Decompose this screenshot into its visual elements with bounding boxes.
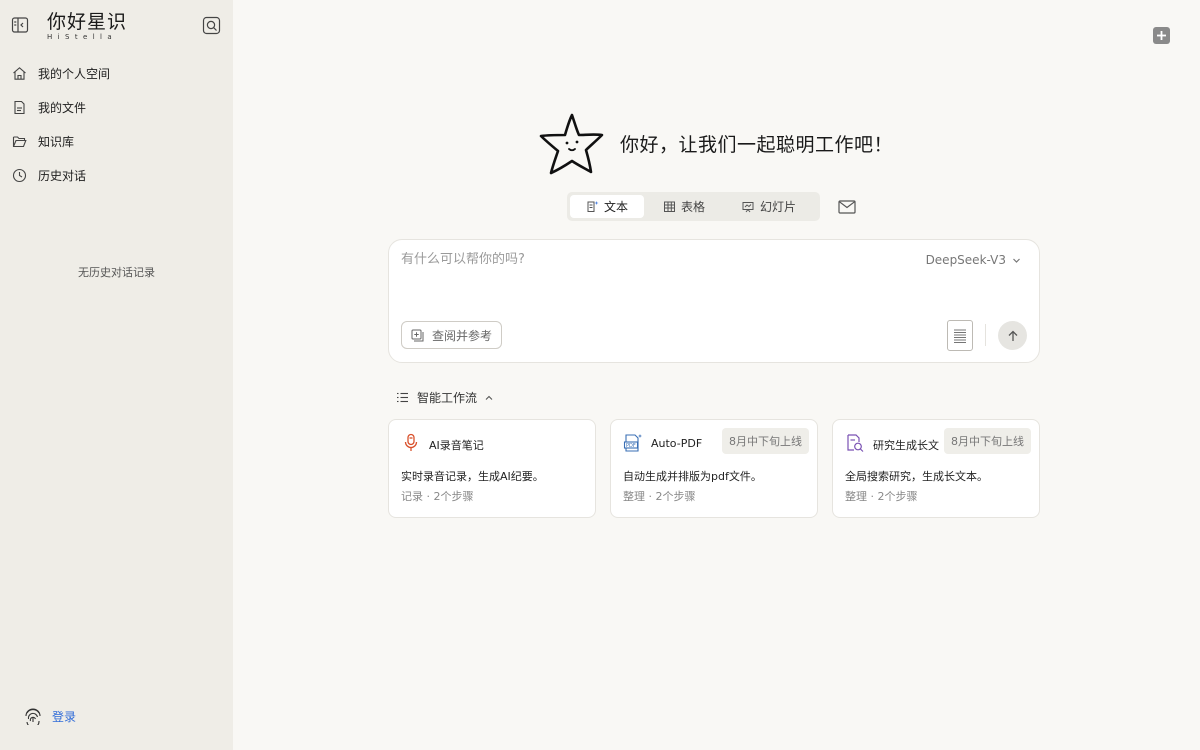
sidebar-item-label: 我的个人空间 xyxy=(38,66,111,81)
star-mascot-icon xyxy=(539,113,604,175)
card-description: 全局搜索研究，生成长文本。 xyxy=(845,470,988,483)
chat-composer: DeepSeek-V3 查阅并参考 xyxy=(388,239,1040,363)
arrow-up-icon xyxy=(1008,330,1017,341)
chat-input[interactable] xyxy=(401,252,901,267)
svg-text:PDF: PDF xyxy=(626,443,636,449)
hero-greeting: 你好，让我们一起聪明工作吧！ xyxy=(538,110,893,176)
chevron-down-icon xyxy=(1012,256,1021,265)
composer-divider xyxy=(985,324,986,346)
model-label: DeepSeek-V3 xyxy=(925,253,1006,267)
mail-icon[interactable] xyxy=(838,199,856,214)
card-description: 自动生成并排版为pdf文件。 xyxy=(623,470,762,483)
model-selector[interactable]: DeepSeek-V3 xyxy=(926,253,1021,267)
login-button[interactable]: 登录 xyxy=(24,707,76,725)
card-description: 实时录音记录，生成AI纪要。 xyxy=(401,470,544,483)
document-mode-button[interactable] xyxy=(947,320,973,351)
chevron-up-icon xyxy=(485,394,493,402)
list-icon xyxy=(396,391,409,404)
tab-label: 文本 xyxy=(603,200,628,214)
card-title: AI录音笔记 xyxy=(429,439,484,452)
hero-title: 你好，让我们一起聪明工作吧！ xyxy=(620,133,894,156)
login-label: 登录 xyxy=(52,709,77,724)
sidebar-item-label: 我的文件 xyxy=(38,100,87,115)
tab-label: 表格 xyxy=(680,200,705,214)
tab-text[interactable]: 文本 xyxy=(570,195,644,218)
reference-button[interactable]: 查阅并参考 xyxy=(401,321,503,349)
card-meta: 整理 · 2个步骤 xyxy=(845,490,918,503)
sidebar-item-knowledge-base[interactable]: 知识库 xyxy=(0,124,233,158)
brand-title: 你好星识 xyxy=(47,11,128,33)
fingerprint-icon xyxy=(24,707,42,725)
sidebar-item-history[interactable]: 历史对话 xyxy=(0,158,233,192)
empty-history-note: 无历史对话记录 xyxy=(78,266,155,279)
card-meta: 记录 · 2个步骤 xyxy=(401,490,474,503)
sidebar-toggle-icon[interactable] xyxy=(11,16,29,34)
sidebar-nav: 我的个人空间 我的文件 知识库 历史对话 xyxy=(0,56,233,192)
workflow-card-research-longform[interactable]: 研究生成长文 8月中下旬上线 全局搜索研究，生成长文本。 整理 · 2个步骤 xyxy=(832,419,1040,518)
workflow-header[interactable]: 智能工作流 xyxy=(396,389,493,406)
text-doc-icon xyxy=(586,200,599,213)
card-title: Auto-PDF xyxy=(651,437,703,450)
tab-label: 幻灯片 xyxy=(759,200,796,214)
clock-icon xyxy=(12,168,27,183)
search-history-icon[interactable] xyxy=(202,16,221,35)
lines-doc-icon xyxy=(954,329,966,343)
card-title: 研究生成长文 xyxy=(873,439,939,452)
sidebar: 你好星识 HiStella 我的个人空间 我的文件 知识库 历史对话 无历史对话… xyxy=(0,0,233,750)
add-reference-icon xyxy=(411,329,424,342)
card-meta: 整理 · 2个步骤 xyxy=(623,490,696,503)
slides-icon xyxy=(742,200,755,213)
file-icon xyxy=(12,100,27,115)
doc-search-icon xyxy=(845,433,865,453)
workflow-card-ai-recording[interactable]: AI录音笔记 实时录音记录，生成AI纪要。 记录 · 2个步骤 xyxy=(388,419,596,518)
coming-soon-badge: 8月中下旬上线 xyxy=(944,428,1031,454)
microphone-icon xyxy=(401,433,421,453)
sidebar-item-personal-space[interactable]: 我的个人空间 xyxy=(0,56,233,90)
coming-soon-badge: 8月中下旬上线 xyxy=(722,428,809,454)
table-icon xyxy=(663,200,676,213)
sidebar-item-my-files[interactable]: 我的文件 xyxy=(0,90,233,124)
brand-subtitle: HiStella xyxy=(47,33,118,41)
workflow-title: 智能工作流 xyxy=(417,391,478,405)
home-icon xyxy=(12,66,27,81)
sidebar-item-label: 知识库 xyxy=(38,134,75,149)
workflow-card-auto-pdf[interactable]: PDF Auto-PDF 8月中下旬上线 自动生成并排版为pdf文件。 整理 ·… xyxy=(610,419,818,518)
new-chat-button[interactable] xyxy=(1153,27,1170,44)
reference-label: 查阅并参考 xyxy=(432,328,493,343)
folder-open-icon xyxy=(12,134,27,149)
tab-slides[interactable]: 幻灯片 xyxy=(724,195,814,218)
output-type-tabs: 文本 表格 幻灯片 xyxy=(567,192,820,221)
send-button[interactable] xyxy=(998,321,1027,350)
tab-table[interactable]: 表格 xyxy=(644,195,724,218)
pdf-icon: PDF xyxy=(623,433,643,453)
plus-icon xyxy=(1157,31,1166,40)
sidebar-item-label: 历史对话 xyxy=(38,168,87,183)
brand-logo: 你好星识 HiStella xyxy=(47,10,127,41)
